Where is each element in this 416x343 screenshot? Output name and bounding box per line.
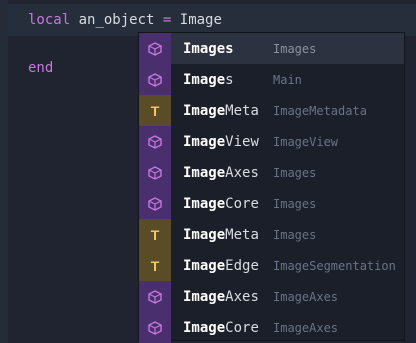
module-icon [139,126,171,157]
completion-label: ImageAxes [183,288,259,305]
keyword-local: local [28,12,71,28]
completion-item[interactable]: T ImageMeta Images [139,219,404,250]
type-icon: T [139,95,171,126]
module-icon [139,64,171,95]
completion-item[interactable]: Images Images [139,33,404,64]
module-icon [139,312,171,343]
completion-detail: Images [273,227,317,242]
typed-value: Image [179,12,222,28]
completion-item[interactable]: T ImageMeta ImageMetadata [139,95,404,126]
completion-label: ImageMeta [183,102,259,119]
type-icon: T [139,250,171,281]
completion-detail: ImageAxes [273,320,339,335]
module-icon [139,33,171,64]
completion-label: ImageEdge [183,257,259,274]
autocomplete-popup: Images Images Images Main T ImageMeta Im… [138,32,405,343]
module-icon [139,281,171,312]
module-icon [139,188,171,219]
completion-label: ImageCore [183,319,259,336]
assignment-operator: = [162,12,172,28]
completion-detail: Images [273,165,317,180]
completion-label: ImageView [183,133,259,150]
completion-detail: ImageView [273,134,339,149]
variable-name: an_object [78,12,155,28]
completion-item[interactable]: ImageView ImageView [139,126,404,157]
completion-label: Images [183,40,234,57]
completion-label: ImageMeta [183,226,259,243]
completion-label: Images [183,71,234,88]
completion-detail: ImageAxes [273,289,339,304]
completion-item[interactable]: Images Main [139,64,404,95]
type-icon: T [139,219,171,250]
module-icon [139,157,171,188]
completion-detail: Images [273,41,317,56]
completion-label: ImageAxes [183,164,259,181]
completion-item[interactable]: ImageCore Images [139,188,404,219]
completion-item[interactable]: ImageCore ImageAxes [139,312,404,343]
completion-detail: ImageSegmentation [273,258,396,273]
completion-detail: Images [273,196,317,211]
completion-label: ImageCore [183,195,259,212]
completion-detail: Main [273,72,302,87]
keyword-end: end [28,60,54,76]
completion-detail: ImageMetadata [273,103,367,118]
completion-item[interactable]: ImageAxes ImageAxes [139,281,404,312]
completion-item[interactable]: T ImageEdge ImageSegmentation [139,250,404,281]
completion-item[interactable]: ImageAxes Images [139,157,404,188]
